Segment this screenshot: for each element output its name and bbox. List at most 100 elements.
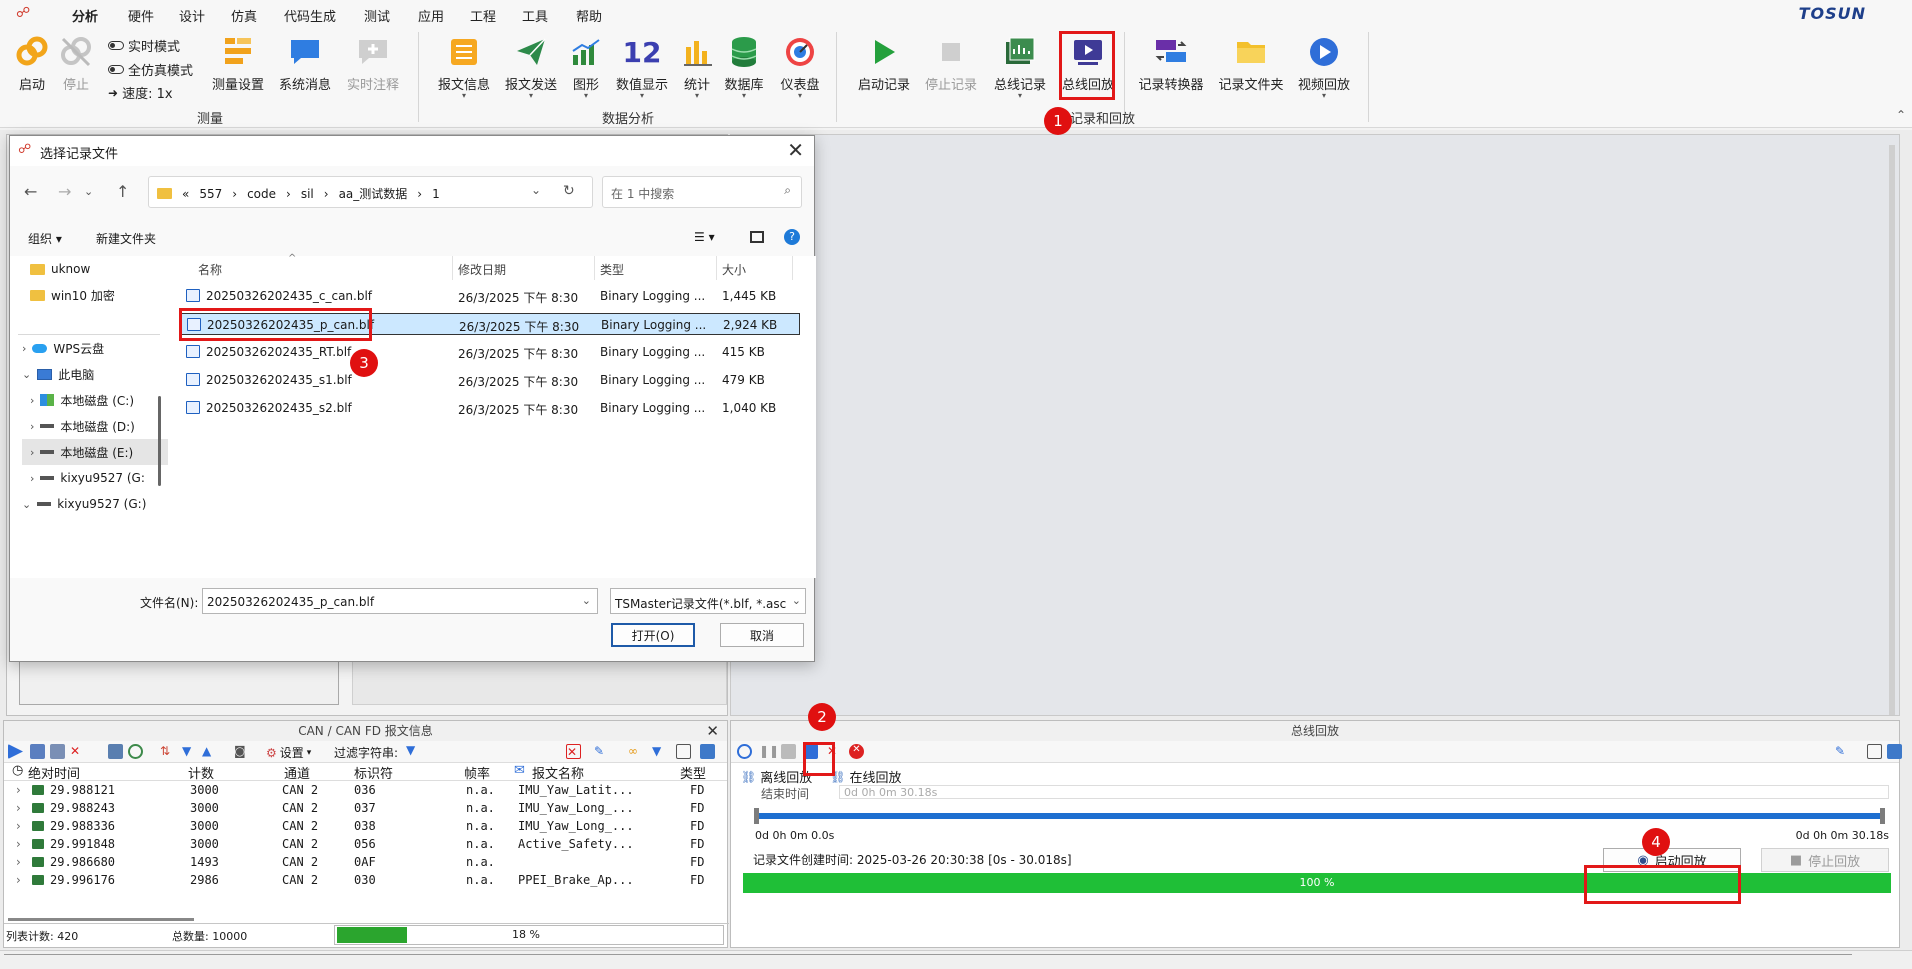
- arrow-down-icon[interactable]: ▼: [182, 744, 197, 759]
- message-send-button[interactable]: 报文发送 ▾: [503, 34, 559, 100]
- graph-button[interactable]: 图形 ▾: [568, 34, 604, 100]
- tree-item[interactable]: ⌄ kixyu9527 (G:): [22, 491, 168, 517]
- tree-item[interactable]: uknow: [30, 256, 168, 282]
- wrench-icon[interactable]: ✎: [594, 744, 609, 759]
- database-button[interactable]: 数据库 ▾: [723, 34, 765, 100]
- tree-item[interactable]: › WPS云盘: [22, 335, 168, 361]
- tree-item[interactable]: › 本地磁盘 (D:): [30, 413, 168, 439]
- chevron-down-icon[interactable]: ⌄: [582, 594, 591, 607]
- tab-design[interactable]: 设计: [179, 6, 205, 25]
- stop-replay-button[interactable]: ■ 停止回放: [1761, 848, 1889, 872]
- chevron-right-icon[interactable]: ›: [16, 837, 21, 851]
- file-row[interactable]: 20250326202435_s2.blf 26/3/2025 下午 8:30 Bi…: [180, 397, 800, 419]
- col-identifier[interactable]: 标识符: [354, 763, 393, 782]
- chevron-down-icon[interactable]: ⌄: [84, 185, 93, 198]
- link-icon[interactable]: ∞: [628, 744, 643, 759]
- tree-scrollbar[interactable]: [158, 396, 161, 486]
- filename-input[interactable]: 20250326202435_p_can.blf ⌄: [202, 588, 598, 614]
- col-type[interactable]: 类型: [680, 763, 706, 782]
- realtime-annotation-button[interactable]: 实时注释: [345, 34, 401, 93]
- delete-icon[interactable]: ✕: [70, 744, 85, 759]
- stop-recording-button[interactable]: 停止记录: [923, 34, 979, 93]
- tree-item[interactable]: win10 加密: [30, 282, 168, 308]
- new-folder-button[interactable]: 新建文件夹: [96, 230, 156, 247]
- end-time-field[interactable]: 0d 0h 0m 30.18s: [839, 785, 1889, 799]
- tree-item[interactable]: › 本地磁盘 (C:): [30, 387, 168, 413]
- address-bar[interactable]: « 557 › code › sil › aa_测试数据 › 1 ⌄ ↻: [148, 176, 593, 208]
- table-row[interactable]: › 29.988336 3000 CAN 2 038 n.a. IMU_Yaw_Long_.…: [4, 817, 727, 835]
- export-icon[interactable]: [108, 744, 123, 759]
- file-row[interactable]: 20250326202435_s1.blf 26/3/2025 下午 8:30 Bi…: [180, 369, 800, 391]
- statistics-button[interactable]: 统计 ▾: [680, 34, 714, 100]
- system-messages-button[interactable]: 系统消息: [277, 34, 333, 93]
- play-circle-icon[interactable]: [737, 744, 752, 759]
- tab-apps[interactable]: 应用: [418, 6, 444, 25]
- help-icon[interactable]: ?: [784, 229, 800, 245]
- record-icon[interactable]: [30, 744, 45, 759]
- forward-arrow-icon[interactable]: →: [58, 182, 71, 201]
- breadcrumb-overflow[interactable]: «: [182, 187, 189, 201]
- chevron-right-icon[interactable]: ›: [16, 819, 21, 833]
- tab-online-replay[interactable]: ⛓ 在线回放: [830, 767, 901, 787]
- up-arrow-icon[interactable]: ↑: [116, 182, 129, 201]
- start-recording-button[interactable]: 启动记录: [856, 34, 912, 93]
- clear-filter-icon[interactable]: ✕: [566, 744, 581, 759]
- refresh-icon[interactable]: ↻: [563, 183, 575, 199]
- col-channel[interactable]: 通道: [284, 763, 310, 782]
- window-icon[interactable]: [676, 744, 691, 759]
- stop-icon[interactable]: [781, 744, 796, 759]
- tree-item[interactable]: ⌄ 此电脑: [22, 361, 168, 387]
- table-row[interactable]: › 29.986680 1493 CAN 2 0AF n.a. FD: [4, 853, 727, 871]
- tab-offline-replay[interactable]: ⛓ 离线回放: [741, 767, 812, 787]
- search-input[interactable]: 在 1 中搜索 ⌕: [602, 176, 802, 208]
- view-menu-icon[interactable]: ☰ ▾: [694, 230, 715, 244]
- breadcrumb-item[interactable]: sil: [301, 187, 314, 201]
- play-icon[interactable]: [8, 744, 23, 759]
- preview-pane-icon[interactable]: [750, 231, 764, 243]
- measure-setup-button[interactable]: 测量设置: [208, 34, 268, 93]
- vertical-scrollbar[interactable]: [1889, 145, 1895, 715]
- col-size[interactable]: 大小: [722, 261, 746, 278]
- funnel-icon[interactable]: ▼: [652, 744, 667, 759]
- open-button[interactable]: 打开(O): [611, 623, 695, 647]
- breadcrumb-item[interactable]: aa_测试数据: [339, 185, 408, 202]
- close-icon[interactable]: ✕: [706, 721, 719, 741]
- chevron-right-icon[interactable]: ›: [16, 855, 21, 869]
- window-icon[interactable]: [1867, 744, 1882, 759]
- sort-icon[interactable]: ⇅: [160, 744, 175, 759]
- breadcrumb-item[interactable]: 557: [199, 187, 222, 201]
- bus-recording-button[interactable]: 总线记录 ▾: [992, 34, 1048, 100]
- dashboard-button[interactable]: 仪表盘 ▾: [778, 34, 822, 100]
- fullsim-mode-toggle[interactable]: 全仿真模式: [108, 60, 193, 79]
- back-arrow-icon[interactable]: ←: [24, 182, 37, 201]
- col-type[interactable]: 类型: [600, 261, 624, 278]
- wrench-icon[interactable]: ✎: [1835, 744, 1850, 759]
- settings-menu[interactable]: ⚙ 设置 ▾: [266, 744, 311, 761]
- close-icon[interactable]: ✕: [787, 138, 804, 162]
- record-folder-button[interactable]: 记录文件夹: [1216, 34, 1286, 93]
- chevron-right-icon[interactable]: ›: [16, 801, 21, 815]
- file-row[interactable]: 20250326202435_c_can.blf 26/3/2025 下午 8:3…: [180, 285, 800, 307]
- table-row[interactable]: › 29.988121 3000 CAN 2 036 n.a. IMU_Yaw_Latit.…: [4, 781, 727, 799]
- tree-item[interactable]: › kixyu9527 (G:: [30, 465, 168, 491]
- file-row[interactable]: 20250326202435_RT.blf 26/3/2025 下午 8:30 Bi…: [180, 341, 800, 363]
- tree-item[interactable]: › 本地磁盘 (E:): [22, 439, 168, 465]
- funnel-icon[interactable]: ▼: [406, 743, 415, 757]
- realtime-mode-toggle[interactable]: 实时模式: [108, 36, 180, 55]
- collapse-ribbon-icon[interactable]: ⌃: [1896, 108, 1906, 122]
- breadcrumb-item[interactable]: code: [247, 187, 276, 201]
- tab-simulation[interactable]: 仿真: [231, 6, 257, 25]
- clear-all-icon[interactable]: ✕: [849, 744, 864, 759]
- horizontal-scrollbar[interactable]: [8, 918, 194, 921]
- table-row[interactable]: › 29.996176 2986 CAN 2 030 n.a. PPEI_Brake_Ap.…: [4, 871, 727, 889]
- col-count[interactable]: 计数: [188, 763, 214, 782]
- filetype-select[interactable]: TSMaster记录文件(*.blf, *.asc ⌄: [610, 588, 806, 614]
- col-name[interactable]: 名称: [198, 261, 222, 278]
- col-frame-rate[interactable]: 帧率: [464, 763, 490, 782]
- breadcrumb-item[interactable]: 1: [432, 187, 440, 201]
- chevron-right-icon[interactable]: ›: [16, 873, 21, 887]
- tab-test[interactable]: 测试: [364, 6, 390, 25]
- tab-project[interactable]: 工程: [470, 6, 496, 25]
- table-row[interactable]: › 29.988243 3000 CAN 2 037 n.a. IMU_Yaw_Long_.…: [4, 799, 727, 817]
- tab-codegen[interactable]: 代码生成: [284, 6, 336, 25]
